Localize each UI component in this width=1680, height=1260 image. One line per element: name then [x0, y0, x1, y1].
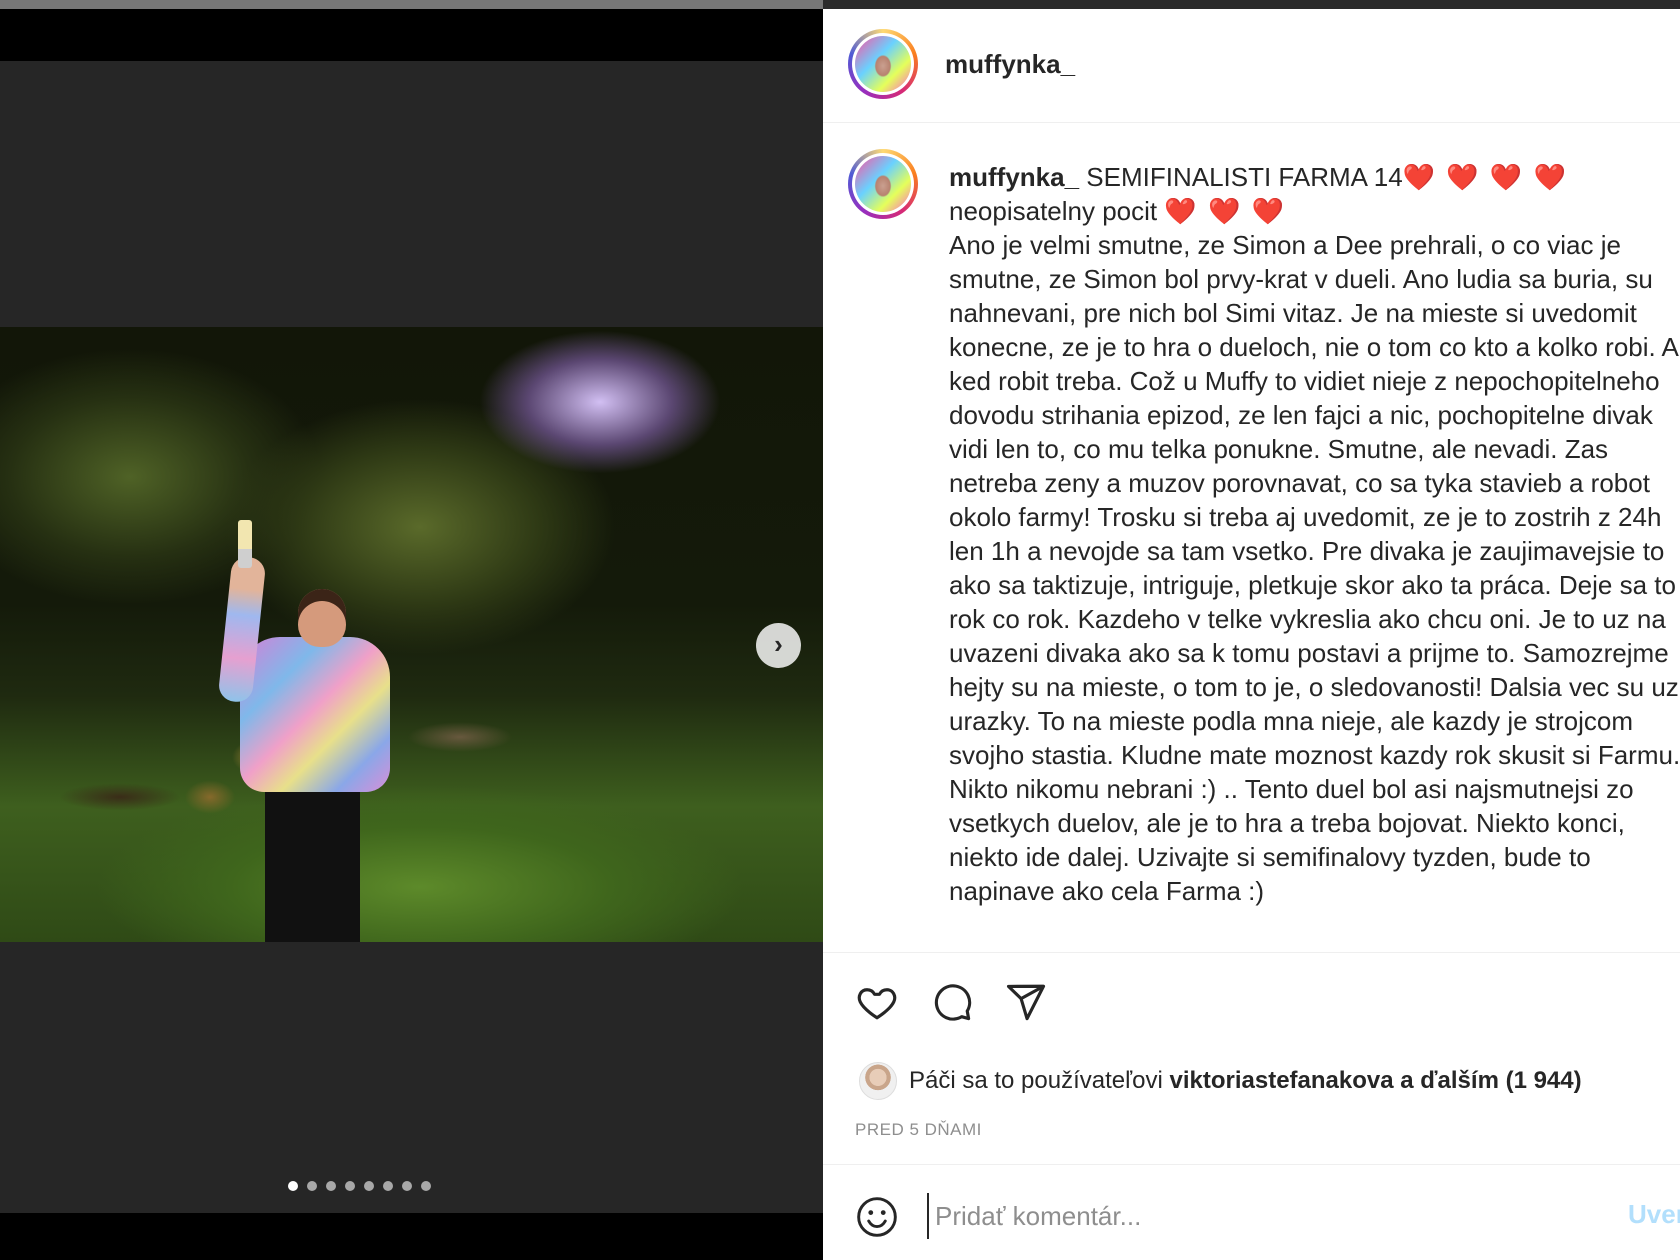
- caption-section: muffynka_ SEMIFINALISTI FARMA 14❤️ ❤️ ❤️…: [823, 122, 1680, 953]
- carousel-dot: [288, 1181, 298, 1191]
- likes-others[interactable]: a ďalším (1 944): [1400, 1067, 1581, 1094]
- action-bar: [855, 977, 1047, 1027]
- post-username[interactable]: muffynka_: [945, 49, 1075, 80]
- carousel-dot: [345, 1181, 355, 1191]
- smiley-icon[interactable]: [855, 1195, 899, 1244]
- chevron-right-icon[interactable]: ›: [756, 623, 801, 668]
- caption-username[interactable]: muffynka_: [949, 162, 1079, 192]
- comment-input[interactable]: [927, 1193, 1537, 1239]
- caption-lead: SEMIFINALISTI FARMA 14: [1086, 162, 1403, 192]
- post-comment-button[interactable]: Uverejniť: [1628, 1199, 1680, 1230]
- window-top-strip-dim: [0, 0, 823, 9]
- post-timestamp[interactable]: PRED 5 DŇAMI: [855, 1120, 982, 1140]
- comment-icon[interactable]: [931, 981, 973, 1023]
- caption-avatar[interactable]: [848, 149, 918, 219]
- post-side-panel: muffynka_ muffynka_ SEMIFINALISTI FARMA …: [823, 9, 1680, 1260]
- caption-body: Ano je velmi smutne, ze Simon a Dee preh…: [949, 230, 1680, 906]
- avatar[interactable]: [848, 29, 918, 99]
- carousel-dot: [364, 1181, 374, 1191]
- carousel-dot: [383, 1181, 393, 1191]
- photo-person: [217, 520, 400, 942]
- media-frame: [0, 61, 823, 1213]
- carousel-dot: [421, 1181, 431, 1191]
- likes-prefix: Páči sa to používateľovi: [909, 1067, 1163, 1094]
- caption-hearts: ❤️ ❤️ ❤️ ❤️: [1402, 162, 1568, 192]
- paper-plane-icon[interactable]: [1005, 981, 1047, 1023]
- liker-username[interactable]: viktoriastefanakova: [1169, 1067, 1393, 1094]
- post-media-area: ›: [0, 9, 823, 1260]
- caption-mid: neopisatelny pocit: [949, 196, 1158, 226]
- likes-summary: Páči sa to používateľovi viktoriastefana…: [859, 1062, 1582, 1100]
- carousel-dots: [288, 1181, 431, 1193]
- post-header: muffynka_: [823, 9, 1680, 123]
- heart-icon[interactable]: [855, 981, 899, 1023]
- carousel-dot: [307, 1181, 317, 1191]
- caption-hearts: ❤️ ❤️ ❤️: [1164, 196, 1286, 226]
- liker-avatar[interactable]: [859, 1062, 897, 1100]
- post-photo: [0, 327, 823, 942]
- comment-bar: Uverejniť: [823, 1164, 1680, 1260]
- post-caption: muffynka_ SEMIFINALISTI FARMA 14❤️ ❤️ ❤️…: [949, 160, 1680, 908]
- carousel-dot: [402, 1181, 412, 1191]
- carousel-dot: [326, 1181, 336, 1191]
